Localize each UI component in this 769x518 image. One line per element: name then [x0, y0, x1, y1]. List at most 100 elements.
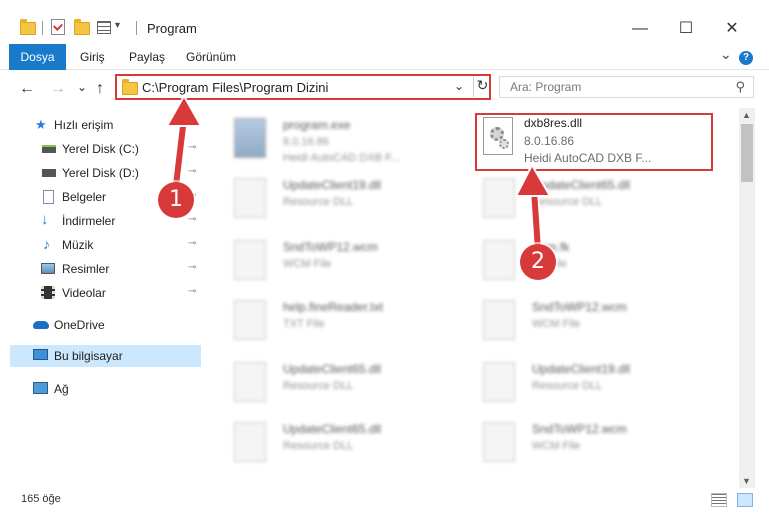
title-separator — [136, 21, 137, 35]
sidebar-item-label: Yerel Disk (D:) — [62, 166, 139, 180]
pictures-icon — [41, 263, 55, 274]
window-title: Program — [147, 21, 197, 36]
file-icon — [234, 240, 266, 280]
pin-icon: ⊸ — [188, 262, 197, 273]
drive-icon — [42, 145, 56, 153]
sidebar-item-music[interactable]: ♪ Müzik ⊸ — [0, 234, 202, 256]
sidebar-item-label: OneDrive — [54, 318, 105, 332]
pin-icon: ⊸ — [188, 286, 197, 297]
list-item[interactable]: SndToWP12.wcm WCM File — [226, 232, 466, 288]
recent-locations-icon[interactable]: ⌄ — [77, 80, 87, 94]
tab-share[interactable]: Paylaş — [129, 44, 165, 70]
sidebar-item-videos[interactable]: Videolar ⊸ — [0, 282, 202, 304]
list-item[interactable]: wcm.fk FK File — [475, 232, 715, 288]
network-icon — [33, 382, 48, 394]
file-icon — [483, 362, 515, 402]
sidebar-item-label: Resimler — [62, 262, 110, 276]
drive-icon — [42, 169, 56, 177]
large-icons-view-icon[interactable] — [737, 493, 753, 507]
file-icon — [234, 178, 266, 218]
file-icon — [234, 362, 266, 402]
view-menu-icon[interactable] — [97, 21, 111, 34]
list-item[interactable]: program.exe 8.0.16.86 Heidi AutoCAD DXB … — [226, 110, 466, 166]
star-icon: ★ — [35, 117, 47, 132]
minimize-button[interactable]: — — [617, 14, 663, 44]
scroll-up-icon[interactable]: ▲ — [742, 110, 751, 120]
sidebar-item-label: Videolar — [62, 286, 106, 300]
file-type: Resource DLL — [532, 380, 603, 392]
file-type: Resource DLL — [283, 196, 354, 208]
folder-icon — [20, 19, 36, 35]
file-type: Resource DLL — [283, 380, 354, 392]
file-name: UpdateClient19.dll — [532, 362, 631, 376]
file-name: SndToWP12.wcm — [283, 240, 378, 254]
file-icon — [483, 178, 515, 218]
tab-file[interactable]: Dosya — [9, 44, 66, 70]
file-name: SndToWP12.wcm — [532, 300, 627, 314]
scroll-thumb[interactable] — [741, 124, 753, 182]
help-icon[interactable]: ? — [739, 51, 753, 65]
sidebar-item-label: Müzik — [62, 238, 94, 252]
sidebar-item-pictures[interactable]: Resimler ⊸ — [0, 258, 202, 280]
computer-icon — [33, 349, 48, 360]
sidebar-item-label: Ağ — [54, 382, 69, 396]
sidebar-item-network[interactable]: Ağ — [0, 378, 202, 400]
details-view-icon[interactable] — [711, 493, 727, 507]
pin-icon: ⊸ — [188, 142, 197, 153]
sidebar-item-disk-c[interactable]: Yerel Disk (C:) ⊸ — [0, 138, 202, 160]
up-button[interactable]: ↑ — [96, 80, 104, 98]
address-path[interactable]: C:\Program Files\Program Dizini — [142, 80, 328, 95]
vertical-scrollbar[interactable]: ▲ ▼ — [739, 108, 755, 488]
pin-icon: ⊸ — [188, 214, 197, 225]
properties-icon[interactable] — [51, 19, 65, 35]
address-dropdown-icon[interactable]: ⌄ — [454, 79, 464, 93]
exe-icon — [234, 118, 266, 158]
file-icon — [483, 240, 515, 280]
address-bar[interactable]: C:\Program Files\Program Dizini ⌄ ↻ — [115, 74, 491, 100]
pin-icon: ⊸ — [188, 166, 197, 177]
back-button[interactable]: ← — [19, 80, 35, 98]
sidebar-item-onedrive[interactable]: OneDrive — [0, 314, 202, 336]
file-version: 8.0.16.86 — [283, 136, 329, 148]
callout-2: 2 — [520, 244, 556, 280]
list-item[interactable]: UpdateClient65.dll Resource DLL — [226, 354, 466, 410]
maximize-button[interactable]: ☐ — [663, 14, 709, 44]
file-name: SndToWP12.wcm — [532, 422, 627, 436]
sidebar-item-disk-d[interactable]: Yerel Disk (D:) ⊸ — [0, 162, 202, 184]
search-box[interactable]: Ara: Program ⚲ — [499, 76, 754, 98]
list-item[interactable]: UpdateClient65.dll Resource DLL — [475, 170, 715, 226]
list-item[interactable]: UpdateClient19.dll Resource DLL — [475, 354, 715, 410]
tab-view[interactable]: Görünüm — [186, 44, 236, 70]
file-icon — [483, 300, 515, 340]
customize-toolbar-icon[interactable]: ▾ — [115, 20, 120, 31]
tab-home[interactable]: Giriş — [80, 44, 105, 70]
sidebar-item-label: Yerel Disk (C:) — [62, 142, 139, 156]
ribbon-tabs: Dosya Giriş Paylaş Görünüm ⌄ — [0, 44, 769, 70]
title-bar: ▾ Program — ☐ ✕ — [0, 0, 769, 44]
ribbon-collapse-icon[interactable]: ⌄ — [720, 46, 732, 63]
refresh-icon[interactable]: ↻ — [473, 77, 491, 97]
list-item[interactable]: UpdateClient65.dll Resource DLL — [226, 414, 466, 470]
file-name: UpdateClient65.dll — [283, 362, 382, 376]
sidebar-item-this-pc[interactable]: Bu bilgisayar — [10, 345, 201, 367]
file-icon — [234, 300, 266, 340]
new-folder-icon[interactable] — [74, 19, 90, 35]
list-item[interactable]: help.fineReader.txt TXT File — [226, 292, 466, 348]
list-item[interactable]: SndToWP12.wcm WCM File — [475, 292, 715, 348]
navigation-pane: ★ Hızlı erişim Yerel Disk (C:) ⊸ Yerel D… — [0, 108, 205, 488]
sidebar-item-label: Belgeler — [62, 190, 107, 204]
list-item[interactable]: UpdateClient19.dll Resource DLL — [226, 170, 466, 226]
list-item[interactable]: SndToWP12.wcm WCM File — [475, 414, 715, 470]
sidebar-item-label: İndirmeler — [62, 214, 116, 228]
close-button[interactable]: ✕ — [709, 14, 755, 44]
search-icon[interactable]: ⚲ — [735, 79, 745, 95]
sidebar-item-quick-access[interactable]: ★ Hızlı erişim — [0, 114, 202, 136]
search-input[interactable]: Ara: Program — [510, 80, 581, 94]
music-icon: ♪ — [43, 236, 50, 252]
cloud-icon — [33, 321, 49, 329]
pin-icon: ⊸ — [188, 238, 197, 249]
file-icon — [483, 422, 515, 462]
file-name: UpdateClient19.dll — [283, 178, 382, 192]
scroll-down-icon[interactable]: ▼ — [742, 476, 751, 486]
forward-button[interactable]: → — [50, 80, 66, 98]
